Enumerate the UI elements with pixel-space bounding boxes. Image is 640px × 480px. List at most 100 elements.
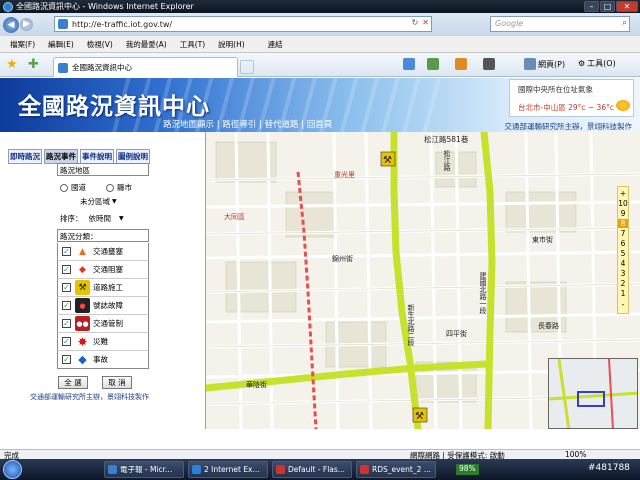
tab-legend[interactable]: 圖例說明 [116, 149, 150, 164]
category-label-text: 災難 [93, 337, 108, 346]
category-label-text: 道路施工 [93, 283, 123, 292]
home-icon[interactable] [427, 58, 439, 70]
menu-help[interactable]: 說明(H) [218, 39, 245, 50]
category-item[interactable]: ✓ ◆ 事故 [57, 351, 149, 369]
address-bar: ◀ ▶ http://e-traffic.iot.gov.tw/ ↻ ✕ Goo… [0, 13, 640, 36]
close-button[interactable]: ✕ [616, 1, 638, 12]
tab-realtime[interactable]: 即時路況 [8, 149, 42, 164]
category-item[interactable]: ✓ ◆ 交通阻塞 [57, 261, 149, 279]
category-checkbox[interactable]: ✓ [62, 337, 71, 346]
zoom-level[interactable]: 7 [618, 229, 628, 238]
taskbar-item-label: RDS_event_2 ... [372, 465, 431, 474]
zoom-level[interactable]: 10 [618, 199, 628, 208]
road-label: 松江路581巷 [424, 135, 469, 144]
category-item[interactable]: ✓ ● 號誌故障 [57, 297, 149, 315]
taskbar-item[interactable]: Default - Flas... [272, 461, 352, 478]
battery-indicator[interactable]: 98% [456, 464, 479, 475]
category-checkbox[interactable]: ✓ [62, 283, 71, 292]
radio-road-circle [60, 183, 68, 192]
zoom-in-button[interactable]: + [618, 189, 628, 198]
radio-city[interactable]: 縣市 [106, 182, 132, 193]
site-title: 全國路況資訊中心 [18, 93, 210, 120]
search-placeholder: Google [495, 19, 524, 28]
disaster-icon: ✸ [77, 334, 88, 349]
chevron-down-icon: ▼ [112, 198, 117, 205]
menu-view[interactable]: 檢視(V) [87, 39, 113, 50]
select-all-button[interactable]: 全 選 [58, 376, 88, 389]
taskbar-item[interactable]: 2 Internet Ex... [188, 461, 268, 478]
back-button[interactable]: ◀ [3, 16, 19, 33]
category-item[interactable]: ✓ ✸ 災難 [57, 333, 149, 351]
menu-file[interactable]: 檔案(F) [10, 39, 35, 50]
category-checkbox[interactable]: ✓ [62, 355, 71, 364]
tab-current[interactable]: 全國路況資訊中心 [53, 57, 238, 77]
zoom-level[interactable]: 1 [618, 289, 628, 298]
sort-select-value[interactable]: 依時間 [89, 213, 112, 224]
stop-icon[interactable]: ✕ [422, 18, 429, 27]
category-checkbox[interactable]: ✓ [62, 247, 71, 256]
page-icon [58, 19, 68, 29]
menu-tools[interactable]: 工具(T) [180, 39, 205, 50]
zoom-level[interactable]: 5 [618, 249, 628, 258]
weather-temperature: 台北市-中山區 29°c ~ 36°c [518, 103, 614, 112]
panel-credit: 交通部運輸研究所主辦，景翊科技製作 [30, 393, 149, 401]
translate-icon[interactable] [403, 58, 415, 70]
zoom-level[interactable]: 9 [618, 209, 628, 218]
menu-links[interactable]: 連結 [268, 39, 283, 50]
print-icon[interactable] [483, 58, 495, 70]
category-checkbox[interactable]: ✓ [62, 265, 71, 274]
category-item[interactable]: ✓ ⚒ 道路施工 [57, 279, 149, 297]
new-tab-button[interactable] [240, 60, 254, 74]
favorites-star-icon[interactable]: ★ [6, 57, 18, 72]
svg-text:⚒: ⚒ [415, 411, 424, 422]
zoom-level[interactable]: 2 [618, 279, 628, 288]
cancel-button[interactable]: 取 消 [102, 376, 132, 389]
forward-button[interactable]: ▶ [20, 18, 33, 31]
accident-icon: ◆ [78, 353, 87, 366]
zoom-out-button[interactable]: - [618, 300, 628, 309]
category-item[interactable]: ✓ ●● 交通管制 [57, 315, 149, 333]
zoom-level[interactable]: 6 [618, 239, 628, 248]
zoom-scale[interactable]: + 10 9 8 7 6 5 4 3 2 1 - [617, 186, 629, 314]
page-menu-button[interactable]: 網頁(P) [524, 58, 565, 70]
minimize-button[interactable]: – [584, 1, 599, 12]
minimap-viewport[interactable] [577, 391, 605, 407]
construction-marker[interactable]: ⚒ [380, 151, 396, 167]
taskbar-item[interactable]: 電子報 - Micr... [104, 461, 184, 478]
feed-icon[interactable] [455, 58, 467, 70]
menu-edit[interactable]: 編輯(E) [48, 39, 74, 50]
add-favorite-icon[interactable]: ✚ [28, 57, 39, 72]
radio-city-label: 縣市 [117, 183, 132, 192]
tab-event-desc[interactable]: 事件說明 [80, 149, 114, 164]
start-button[interactable] [3, 460, 22, 479]
ie-logo-icon [3, 1, 13, 12]
overview-minimap[interactable] [548, 358, 638, 429]
search-icon[interactable]: ⌕ [622, 18, 627, 28]
tab-events[interactable]: 路況事件 [44, 149, 78, 164]
zoom-level[interactable]: 3 [618, 269, 628, 278]
zoom-control[interactable]: 100% [565, 450, 586, 459]
category-item[interactable]: ✓ ▲ 交通壅塞 [57, 243, 149, 261]
taskbar-item-label: 電子報 - Micr... [120, 465, 173, 474]
tools-menu-button[interactable]: ⚙ 工具(O) [578, 58, 616, 69]
district-select[interactable]: 未分區域 ▼ [80, 196, 117, 207]
url-input[interactable]: http://e-traffic.iot.gov.tw/ ↻ ✕ [54, 16, 432, 32]
road-label: 建國北路一段 [479, 272, 487, 314]
tab-page-icon [58, 62, 68, 73]
menu-favorites[interactable]: 我的最愛(A) [126, 39, 167, 50]
taskbar-item[interactable]: RDS_event_2 ... [356, 461, 436, 478]
maximize-button[interactable]: □ [600, 1, 615, 12]
zoom-level[interactable]: 4 [618, 259, 628, 268]
category-label-text: 事故 [93, 355, 108, 364]
search-input[interactable]: Google ⌕ [490, 16, 630, 32]
refresh-icon[interactable]: ↻ [412, 18, 419, 27]
radio-road[interactable]: 國道 [60, 182, 86, 193]
banner-credit: 交通部運輸研究所主辦，景翊科技製作 [504, 122, 633, 131]
chevron-down-icon[interactable]: ▼ [119, 215, 124, 222]
construction-marker[interactable]: ⚒ [412, 407, 428, 423]
tools-menu-label: 工具(O) [587, 59, 616, 68]
taskbar-item-label: 2 Internet Ex... [204, 465, 260, 474]
category-checkbox[interactable]: ✓ [62, 301, 71, 310]
category-checkbox[interactable]: ✓ [62, 319, 71, 328]
zoom-level-selected[interactable]: 8 [618, 219, 628, 228]
